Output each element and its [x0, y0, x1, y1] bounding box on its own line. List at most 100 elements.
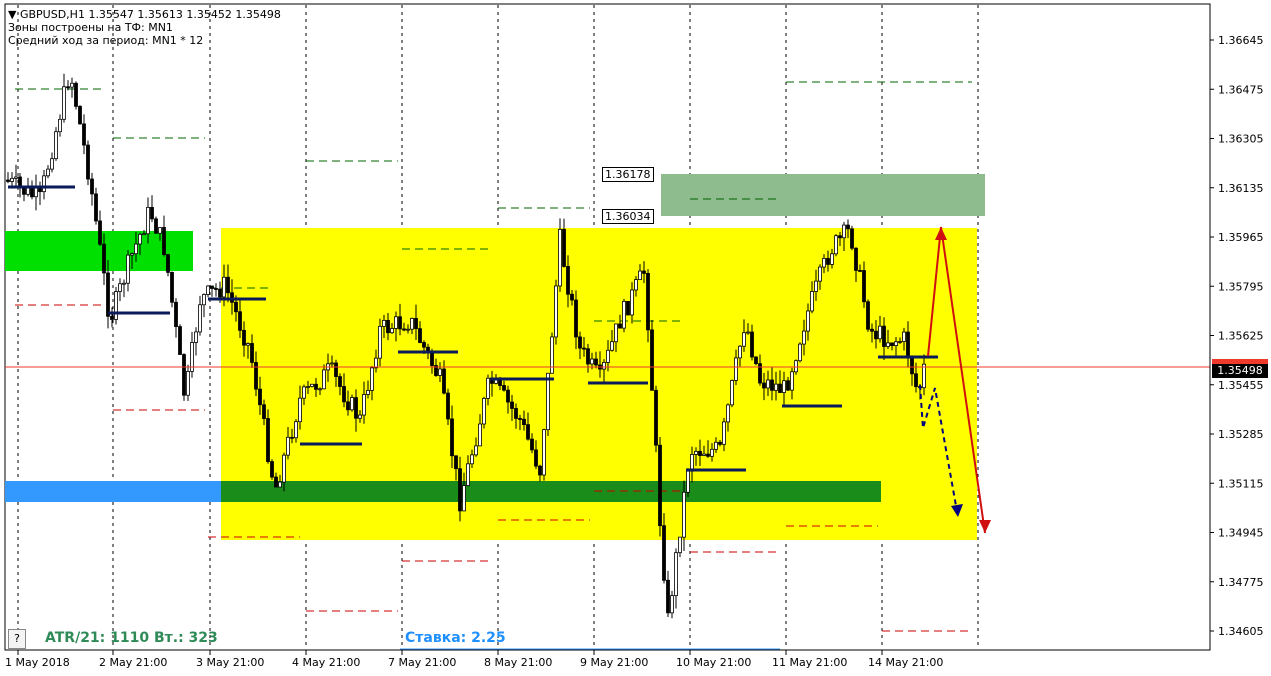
- price-chart[interactable]: 1.36645 1.36475 1.36305 1.36135 1.35965 1.357…: [0, 0, 1271, 676]
- candle-body: [194, 331, 198, 343]
- candle-body: [502, 385, 506, 391]
- level-label-upper: 1.36178: [602, 167, 654, 182]
- candle-body: [790, 371, 794, 391]
- candle-body: [822, 258, 826, 268]
- candle-body: [446, 392, 450, 420]
- candle-body: [566, 266, 570, 295]
- time-label-2: 3 May 21:00: [196, 656, 264, 669]
- candle-body: [530, 438, 534, 451]
- candle-body: [290, 436, 294, 439]
- candle-body: [686, 470, 690, 493]
- green-support-zone: [221, 481, 881, 502]
- candle-body: [86, 144, 90, 180]
- price-label-9: 1.35115: [1218, 477, 1264, 490]
- chart-window[interactable]: 1.36645 1.36475 1.36305 1.36135 1.35965 1.357…: [0, 0, 1271, 676]
- candle-body: [70, 82, 74, 88]
- candle-body: [202, 294, 206, 306]
- time-label-7: 10 May 21:00: [676, 656, 751, 669]
- candle-body: [782, 380, 786, 393]
- candle-body: [538, 465, 542, 476]
- candle-body: [486, 377, 490, 399]
- candle-body: [294, 421, 298, 439]
- candle-body: [814, 280, 818, 292]
- candle-body: [718, 441, 722, 445]
- candle-body: [382, 319, 386, 327]
- candle-body: [378, 325, 382, 359]
- candle-body: [350, 397, 354, 411]
- candle-body: [738, 345, 742, 359]
- candle-body: [114, 291, 118, 320]
- candle-body: [278, 481, 282, 488]
- candle-body: [734, 357, 738, 381]
- candle-body: [698, 450, 702, 456]
- candle-body: [754, 356, 758, 365]
- candle-body: [374, 357, 378, 369]
- price-label-1: 1.36475: [1218, 83, 1264, 96]
- candle-body: [386, 319, 390, 334]
- candle-body: [518, 418, 522, 420]
- candle-body: [358, 414, 362, 419]
- candle-body: [562, 228, 566, 267]
- candle-body: [574, 299, 578, 338]
- average-range-info: Средний ход за период: MN1 * 12: [8, 34, 204, 47]
- candle-body: [466, 463, 470, 486]
- candle-body: [62, 86, 66, 120]
- candle-body: [806, 310, 810, 332]
- candle-body: [766, 379, 770, 389]
- candle-body: [646, 273, 650, 331]
- candle-body: [594, 358, 598, 366]
- current-price-label: 1.35498: [1212, 364, 1268, 378]
- candle-body: [118, 283, 122, 292]
- price-label-7: 1.35455: [1218, 379, 1264, 392]
- candle-body: [362, 394, 366, 416]
- candle-body: [110, 315, 114, 320]
- candle-body: [342, 386, 346, 403]
- candle-body: [770, 379, 774, 391]
- candle-body: [286, 436, 290, 456]
- candle-body: [462, 485, 466, 512]
- candle-body: [786, 380, 790, 391]
- candle-body: [882, 325, 886, 347]
- candle-body: [258, 388, 262, 406]
- candle-body: [102, 243, 106, 274]
- candle-body: [82, 123, 86, 146]
- candle-body: [186, 370, 190, 396]
- price-label-12: 1.34605: [1218, 625, 1264, 638]
- candle-body: [854, 247, 858, 271]
- candle-body: [410, 317, 414, 330]
- candle-body: [50, 158, 54, 170]
- candle-body: [666, 579, 670, 614]
- candle-body: [90, 178, 94, 195]
- collapse-triangle-icon[interactable]: ▼: [8, 8, 16, 21]
- candle-body: [694, 450, 698, 455]
- candle-body: [398, 316, 402, 330]
- candle-body: [78, 105, 82, 125]
- candle-body: [474, 445, 478, 456]
- candle-body: [834, 235, 838, 255]
- candle-body: [266, 418, 270, 462]
- candle-body: [746, 331, 750, 334]
- candle-body: [742, 332, 746, 347]
- price-label-3: 1.36135: [1218, 182, 1264, 195]
- candle-body: [450, 418, 454, 457]
- candle-body: [302, 386, 306, 399]
- candle-body: [630, 289, 634, 316]
- time-label-3: 4 May 21:00: [292, 656, 360, 669]
- candle-body: [250, 343, 254, 363]
- price-label-5: 1.35795: [1218, 280, 1264, 293]
- price-label-10: 1.34945: [1218, 527, 1264, 540]
- symbol-header: ▼ GBPUSD,H1 1.35547 1.35613 1.35452 1.35…: [8, 8, 281, 21]
- help-button[interactable]: ?: [8, 629, 26, 649]
- candle-body: [526, 424, 530, 440]
- candle-body: [98, 220, 102, 245]
- candle-body: [138, 233, 142, 245]
- candle-body: [910, 356, 914, 375]
- candle-body: [310, 383, 314, 387]
- candle-body: [870, 328, 874, 332]
- candle-body: [798, 343, 802, 362]
- candle-body: [638, 270, 642, 281]
- candle-body: [122, 282, 126, 285]
- candle-body: [682, 491, 686, 538]
- candle-body: [710, 448, 714, 457]
- candle-body: [826, 258, 830, 265]
